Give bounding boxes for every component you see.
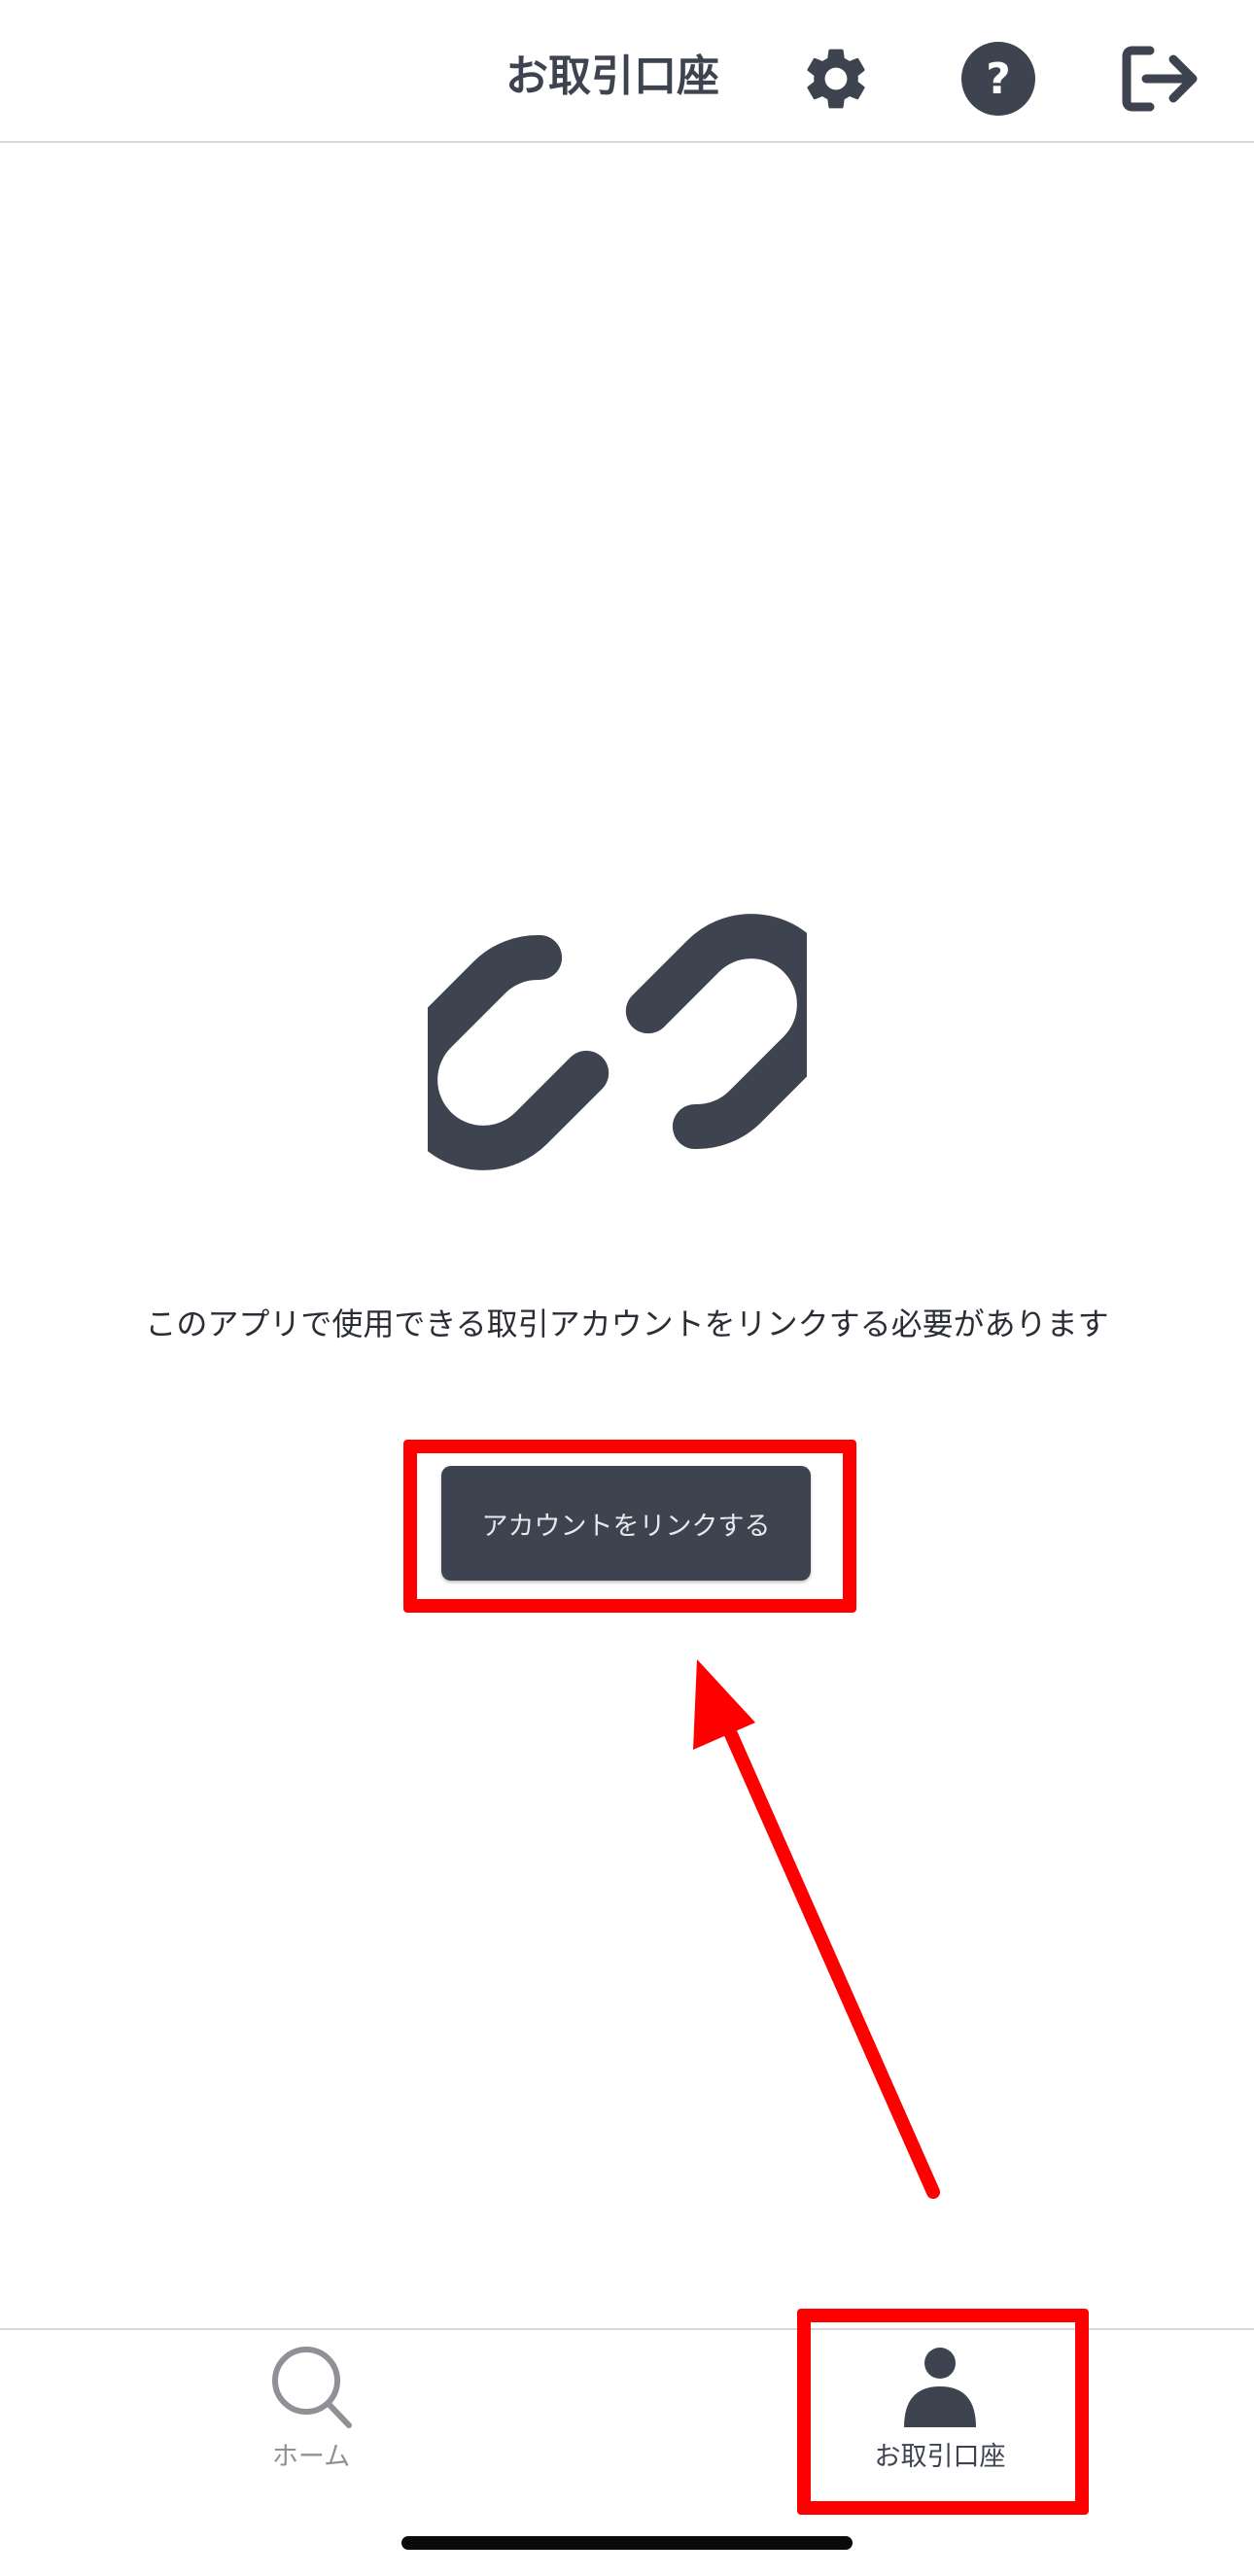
search-icon [272, 2347, 352, 2428]
page-title: お取引口座 [505, 52, 719, 101]
tab-home-label: ホーム [271, 2442, 351, 2472]
link-icon [428, 914, 807, 1170]
person-icon [904, 2348, 976, 2427]
tab-home[interactable]: ホーム [194, 2344, 428, 2489]
logout-icon [1122, 46, 1198, 112]
link-required-message: このアプリで使用できる取引アカウントをリンクする必要があります [145, 1305, 1109, 1342]
tab-account[interactable]: お取引口座 [823, 2344, 1057, 2489]
gear-icon [807, 49, 865, 109]
tab-account-label: お取引口座 [874, 2442, 1006, 2472]
home-indicator [401, 2536, 853, 2550]
app-header: お取引口座 ? [0, 0, 1254, 143]
help-button[interactable]: ? [955, 35, 1042, 122]
svg-text:?: ? [986, 54, 1011, 104]
help-circle-icon: ? [961, 42, 1035, 116]
main-content: このアプリで使用できる取引アカウントをリンクする必要があります アカウントをリン… [0, 143, 1254, 2327]
logout-button[interactable] [1116, 35, 1203, 122]
link-account-button[interactable]: アカウントをリンクする [441, 1466, 811, 1581]
settings-button[interactable] [792, 35, 880, 122]
